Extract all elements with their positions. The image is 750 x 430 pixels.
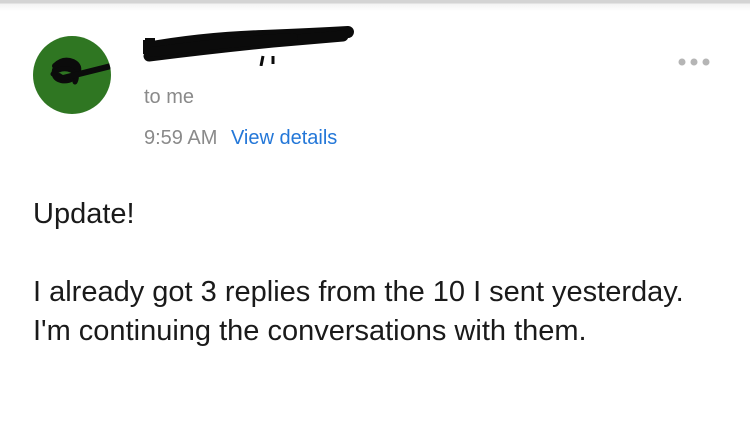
more-horizontal-icon (678, 58, 710, 66)
redaction-scribble-icon (143, 26, 354, 66)
message-meta: 9:59 AM View details (144, 127, 337, 150)
timestamp: 9:59 AM (144, 127, 218, 149)
message-paragraph: I already got 3 replies from the 10 I se… (33, 276, 684, 347)
message-greeting: Update! (33, 198, 135, 230)
view-details-link[interactable]: View details (231, 127, 337, 149)
avatar[interactable] (33, 36, 111, 114)
top-divider (0, 0, 750, 12)
recipient-label[interactable]: to me (144, 86, 194, 109)
sender-name[interactable] (143, 26, 358, 66)
message-body: Update! I already got 3 replies from the… (33, 195, 723, 351)
more-options-button[interactable] (672, 50, 718, 74)
redaction-scribble-icon (50, 57, 111, 85)
